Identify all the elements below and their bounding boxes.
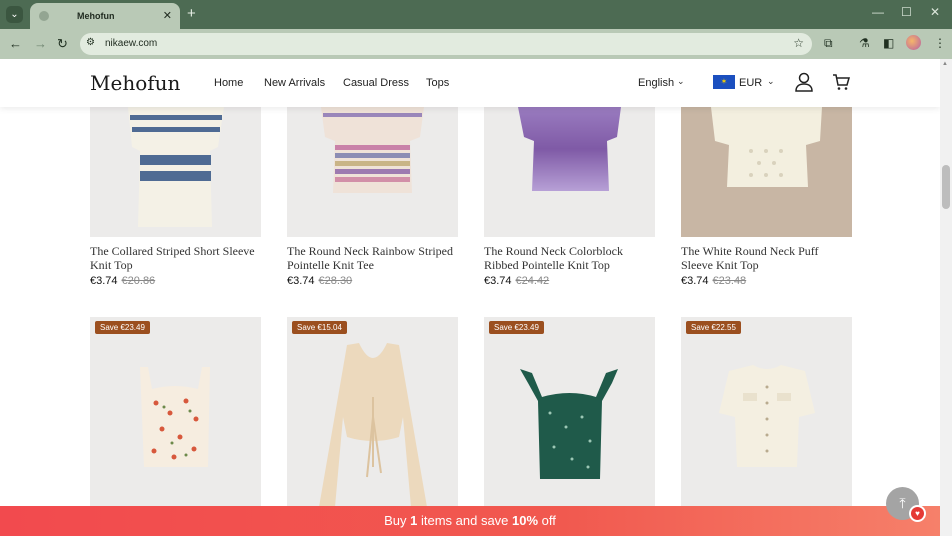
cart-icon[interactable] [832,73,850,91]
product-price: €3.74 €24.42 [484,275,550,287]
nav-tops[interactable]: Tops [426,77,449,89]
nav-home[interactable]: Home [214,77,243,89]
chevron-down-icon[interactable]: ⌄ [677,76,685,87]
new-tab-icon[interactable]: + [187,5,196,22]
forward-icon[interactable]: → [34,36,47,51]
minimize-icon[interactable]: — [872,5,884,19]
close-tab-icon[interactable]: ✕ [163,9,172,22]
save-badge: Save €23.49 [489,321,544,334]
product-name[interactable]: The Round Neck Rainbow Striped Pointelle… [287,244,458,272]
nav-casual-dress[interactable]: Casual Dress [343,77,409,89]
close-window-icon[interactable]: ✕ [930,5,940,19]
scroll-up-arrow-icon[interactable]: ▲ [942,61,948,67]
side-panel-icon[interactable]: ◧ [883,36,894,50]
reload-icon[interactable]: ↻ [57,36,68,52]
site-header: Mehofun Home New Arrivals Casual Dress T… [0,59,940,107]
scrollbar-thumb[interactable] [942,165,950,209]
product-price: €3.74 €23.48 [681,275,747,287]
scrollbar-track[interactable] [940,59,952,536]
currency-selector[interactable]: EUR [739,77,762,89]
chat-widget-icon[interactable]: ♥ [909,505,926,522]
product-image[interactable] [287,99,458,237]
profile-avatar[interactable] [906,35,921,50]
product-name[interactable]: The White Round Neck Puff Sleeve Knit To… [681,244,852,272]
product-image[interactable]: Save €23.49 [484,317,655,507]
product-image[interactable] [681,99,852,237]
extensions-icon[interactable]: ⧉ [824,36,833,51]
site-info-icon[interactable]: ⚙ [86,37,95,48]
eu-flag-icon: ✶ [713,75,735,89]
back-icon[interactable]: ← [9,36,22,51]
bookmark-star-icon[interactable]: ☆ [793,36,804,50]
favicon-icon [39,11,49,21]
tab-title: Mehofun [77,11,115,21]
save-badge: Save €23.49 [95,321,150,334]
product-name[interactable]: The Collared Striped Short Sleeve Knit T… [90,244,261,272]
save-badge: Save €22.55 [686,321,741,334]
tab-search-button[interactable]: ⌄ [6,6,23,23]
account-icon[interactable] [795,72,813,92]
site-logo[interactable]: Mehofun [90,71,180,95]
more-menu-icon[interactable]: ⋮ [934,36,946,50]
product-image[interactable]: Save €22.55 [681,317,852,507]
save-badge: Save €15.04 [292,321,347,334]
labs-icon[interactable]: ⚗ [859,36,870,50]
nav-new-arrivals[interactable]: New Arrivals [264,77,325,89]
url-text: nikaew.com [105,38,158,49]
product-image[interactable]: Save €15.04 [287,317,458,507]
browser-toolbar: ← → ↻ ⚙ nikaew.com ☆ ⧉ ⚗ ◧ ⋮ [0,29,952,59]
product-image[interactable] [484,99,655,237]
tab-strip: ⌄ Mehofun ✕ + — ☐ ✕ [0,0,952,29]
web-page: Mehofun Home New Arrivals Casual Dress T… [0,59,940,536]
browser-window: ⌄ Mehofun ✕ + — ☐ ✕ ← → ↻ ⚙ nikaew.com ☆… [0,0,952,536]
language-selector[interactable]: English [638,77,674,89]
promo-banner[interactable]: Buy 1 items and save 10% off [0,506,940,536]
product-price: €3.74 €20.86 [90,275,156,287]
address-bar[interactable]: ⚙ nikaew.com ☆ [80,33,812,55]
tab-active[interactable]: Mehofun ✕ [30,3,180,29]
product-price: €3.74 €28.30 [287,275,353,287]
product-name[interactable]: The Round Neck Colorblock Ribbed Pointel… [484,244,655,272]
product-image[interactable]: Save €23.49 [90,317,261,507]
product-image[interactable] [90,99,261,237]
maximize-icon[interactable]: ☐ [901,5,912,19]
chevron-down-icon[interactable]: ⌄ [767,76,775,87]
